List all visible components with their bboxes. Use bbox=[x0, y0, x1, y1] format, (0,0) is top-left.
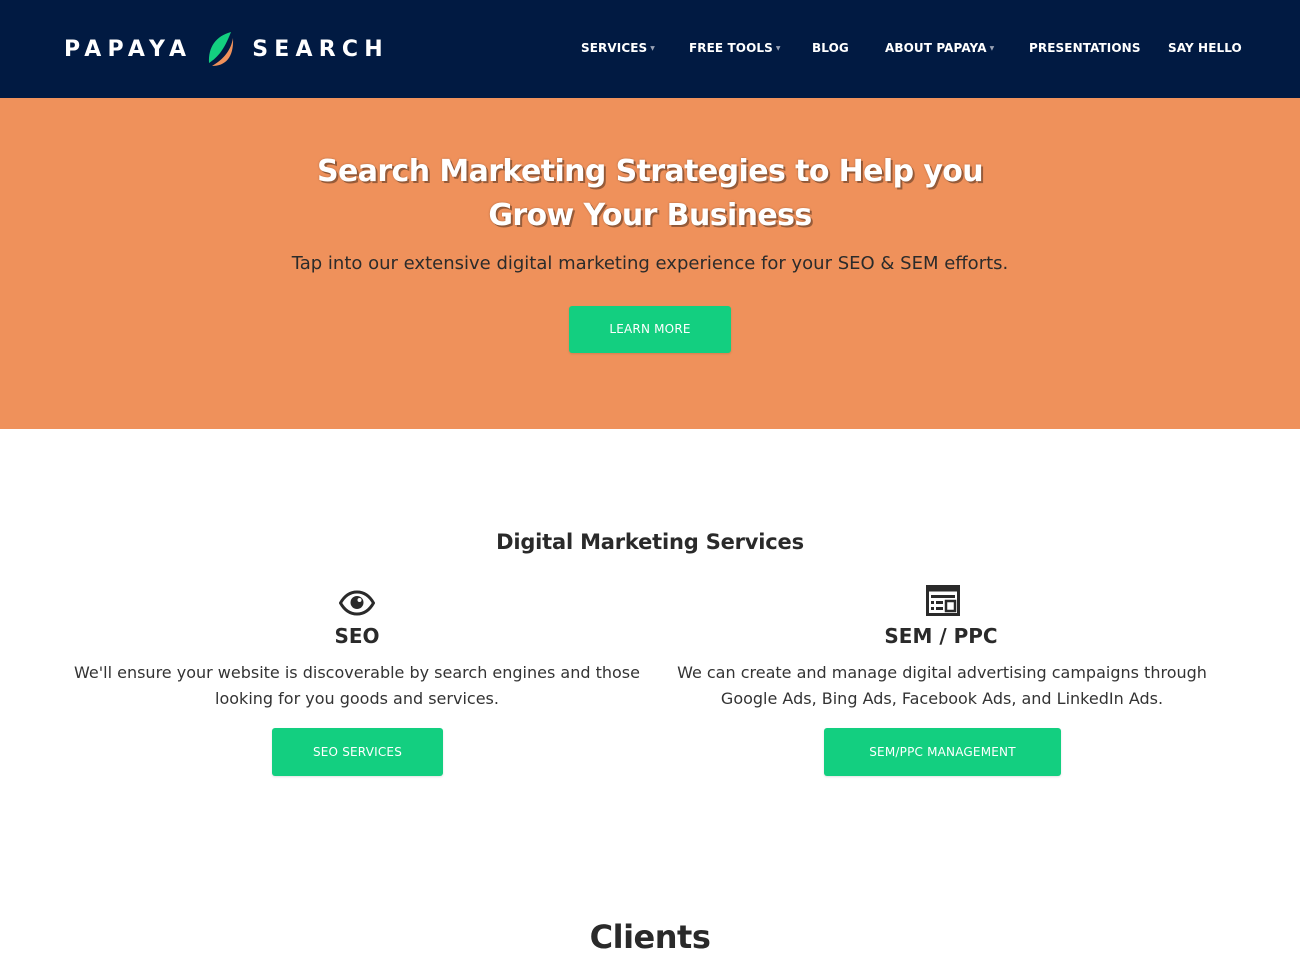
chevron-down-icon: ▼ bbox=[775, 45, 781, 52]
nav-item-label: SAY HELLO bbox=[1168, 41, 1242, 55]
nav-item-say-hello[interactable]: SAY HELLO bbox=[1168, 41, 1242, 59]
nav-item-label: BLOG bbox=[812, 41, 849, 55]
services-heading: Digital Marketing Services bbox=[496, 530, 804, 554]
chevron-down-icon: ▼ bbox=[989, 45, 995, 52]
site-header: PAPAYA SEARCH SERVICES ▼ FREE TOOLS ▼ BLOG… bbox=[0, 0, 1300, 98]
sem-ppc-description-line2: Google Ads, Bing Ads, Facebook Ads, and … bbox=[720, 689, 1164, 708]
sem-ppc-title: SEM / PPC bbox=[884, 624, 998, 648]
main-nav: SERVICES ▼ FREE TOOLS ▼ BLOG ABOUT PAPAYA ▼… bbox=[0, 0, 1300, 98]
seo-description-line1: We'll ensure your website is discoverabl… bbox=[74, 663, 640, 682]
eye-icon bbox=[339, 590, 375, 616]
nav-item-free-tools[interactable]: FREE TOOLS ▼ bbox=[689, 41, 781, 59]
sem-ppc-management-button[interactable]: SEM/PPC MANAGEMENT bbox=[824, 728, 1061, 776]
sem-ppc-description: We can create and manage digital adverti… bbox=[642, 660, 1242, 712]
hero-title-line2: Grow Your Business bbox=[488, 198, 812, 233]
sem-ppc-description-line1: We can create and manage digital adverti… bbox=[677, 663, 1207, 682]
nav-item-about-papaya[interactable]: ABOUT PAPAYA ▼ bbox=[885, 41, 994, 59]
nav-item-label: ABOUT PAPAYA bbox=[885, 41, 987, 55]
chevron-down-icon: ▼ bbox=[650, 45, 655, 52]
seo-description-line2: looking for you goods and services. bbox=[215, 689, 499, 708]
seo-title: SEO bbox=[334, 624, 380, 648]
learn-more-button[interactable]: LEARN MORE bbox=[569, 306, 731, 353]
hero-title-line1: Search Marketing Strategies to Help you bbox=[316, 154, 984, 189]
hero-subtitle: Tap into our extensive digital marketing… bbox=[291, 253, 1009, 274]
clients-heading: Clients bbox=[589, 918, 711, 956]
seo-services-button[interactable]: SEO SERVICES bbox=[272, 728, 443, 776]
nav-item-label: SERVICES bbox=[581, 41, 648, 55]
seo-description: We'll ensure your website is discoverabl… bbox=[57, 660, 657, 712]
nav-item-label: FREE TOOLS bbox=[689, 41, 773, 55]
nav-item-label: PRESENTATIONS bbox=[1029, 41, 1141, 55]
hero-section: Search Marketing Strategies to Help you … bbox=[0, 98, 1300, 429]
hero-title: Search Marketing Strategies to Help you … bbox=[250, 150, 1050, 238]
nav-item-presentations[interactable]: PRESENTATIONS bbox=[1029, 41, 1141, 59]
nav-item-services[interactable]: SERVICES ▼ bbox=[581, 41, 655, 59]
browser-layout-icon bbox=[926, 585, 960, 616]
nav-item-blog[interactable]: BLOG bbox=[812, 41, 849, 59]
